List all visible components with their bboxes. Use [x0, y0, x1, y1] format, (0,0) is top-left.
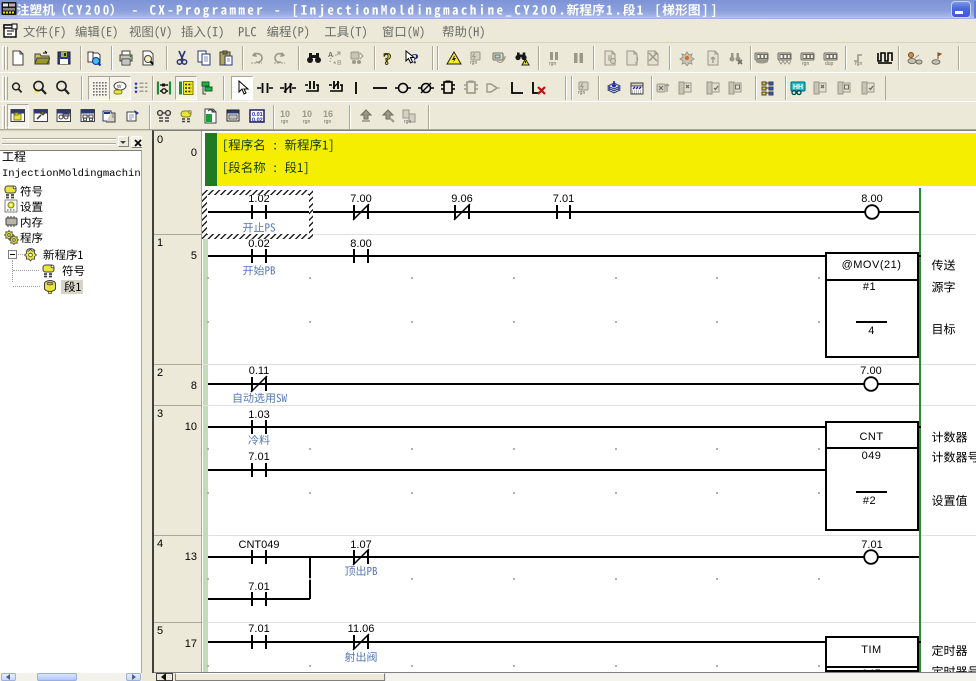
svg-text:?: ?	[412, 52, 420, 67]
svg-text:10: 10	[302, 109, 312, 119]
svg-text:rgn: rgn	[855, 61, 862, 66]
svg-text:10: 10	[280, 109, 290, 119]
svg-text:rgn: rgn	[549, 61, 556, 66]
svg-text:rgn: rgn	[470, 60, 477, 66]
svg-text:rgn: rgn	[324, 119, 331, 124]
svg-text:rgn: rgn	[303, 119, 310, 124]
svg-text:rgn: rgn	[802, 61, 809, 66]
svg-text:0.02: 0.02	[252, 118, 263, 124]
svg-text:w: w	[116, 84, 122, 90]
svg-text:rgn: rgn	[404, 119, 411, 124]
svg-text:dup: dup	[825, 61, 834, 66]
svg-text:16: 16	[323, 109, 333, 119]
svg-text:?: ?	[383, 50, 392, 66]
svg-text:rgn: rgn	[281, 119, 288, 124]
svg-text:B: B	[337, 60, 342, 66]
svg-text:A: A	[328, 52, 333, 59]
svg-text:rgn: rgn	[578, 90, 585, 96]
